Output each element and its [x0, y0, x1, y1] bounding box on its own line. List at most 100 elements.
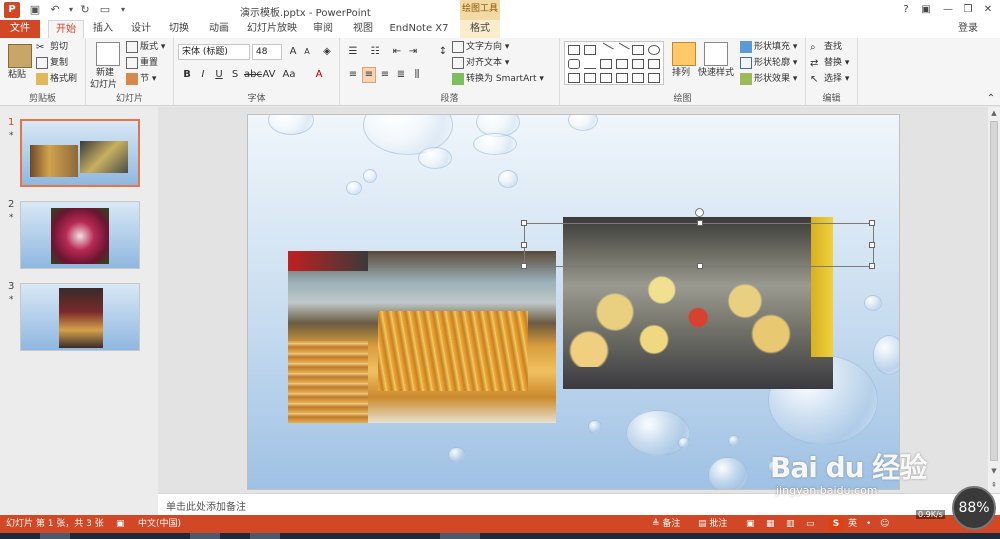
- tab-home[interactable]: 开始: [48, 20, 84, 38]
- shape-oval-icon[interactable]: [648, 45, 660, 55]
- language-status[interactable]: 中文(中国): [138, 517, 181, 531]
- italic-icon[interactable]: I: [196, 68, 210, 82]
- undo-icon[interactable]: ↶: [48, 3, 62, 17]
- find-button[interactable]: ⌕ 查找: [810, 40, 842, 54]
- smartart-button[interactable]: 转换为 SmartArt ▾: [452, 72, 544, 86]
- close-icon[interactable]: ✕: [980, 3, 996, 17]
- resize-handle[interactable]: [869, 263, 875, 269]
- shape-connector-icon[interactable]: [600, 59, 612, 69]
- tab-transitions[interactable]: 切换: [164, 20, 194, 38]
- paste-button[interactable]: 粘贴: [8, 68, 26, 82]
- shape-star-icon[interactable]: [648, 73, 660, 83]
- notes-toggle-button[interactable]: ≜ 备注: [652, 517, 680, 531]
- new-slide-button[interactable]: 幻灯片: [90, 78, 117, 92]
- login-link[interactable]: 登录: [958, 20, 978, 38]
- scroll-down-icon[interactable]: ▼: [989, 467, 999, 477]
- reading-view-icon[interactable]: ▥: [786, 517, 795, 531]
- strikethrough-icon[interactable]: abc: [244, 68, 262, 82]
- cut-button[interactable]: ✂ 剪切: [36, 40, 68, 54]
- scrollbar-thumb[interactable]: [990, 121, 998, 461]
- decrease-font-icon[interactable]: A: [300, 45, 314, 59]
- shape-outline-button[interactable]: 形状轮廓 ▾: [740, 56, 797, 70]
- select-button[interactable]: ↖ 选择 ▾: [810, 72, 849, 86]
- ime-punctuation-icon[interactable]: •: [866, 517, 871, 531]
- shape-curve-icon[interactable]: [600, 73, 612, 83]
- text-shadow-icon[interactable]: S: [228, 68, 242, 82]
- layout-button[interactable]: 版式 ▾: [126, 40, 165, 54]
- tab-design[interactable]: 设计: [126, 20, 156, 38]
- paste-icon[interactable]: [8, 44, 32, 68]
- text-direction-button[interactable]: 文字方向 ▾: [452, 40, 509, 54]
- shape-fill-button[interactable]: 形状填充 ▾: [740, 40, 797, 54]
- line-spacing-icon[interactable]: ↕: [436, 45, 450, 59]
- spelling-check-icon[interactable]: ▣: [116, 517, 125, 531]
- current-slide[interactable]: [247, 114, 900, 490]
- slide-thumbnail-2[interactable]: [20, 201, 140, 269]
- resize-handle[interactable]: [869, 242, 875, 248]
- customize-qat-icon[interactable]: ▾: [116, 3, 130, 17]
- vertical-scrollbar[interactable]: ▲ ▼ ⇞: [988, 107, 1000, 493]
- scroll-up-icon[interactable]: ▲: [989, 109, 999, 119]
- shape-textbox-icon[interactable]: [584, 45, 596, 55]
- rotate-handle-icon[interactable]: [695, 208, 704, 217]
- resize-handle[interactable]: [521, 242, 527, 248]
- resize-handle[interactable]: [697, 220, 703, 226]
- redo-icon[interactable]: ↻: [78, 3, 92, 17]
- undo-dropdown-icon[interactable]: ▾: [64, 3, 78, 17]
- shape-bracket-icon[interactable]: [632, 73, 644, 83]
- selected-title-placeholder[interactable]: [521, 208, 875, 269]
- restore-icon[interactable]: ❐: [960, 3, 976, 17]
- tab-animations[interactable]: 动画: [204, 20, 234, 38]
- new-slide-icon[interactable]: [96, 42, 120, 66]
- taskbar-item[interactable]: [40, 533, 70, 539]
- decrease-indent-icon[interactable]: ⇤: [390, 45, 404, 59]
- quick-styles-icon[interactable]: [704, 42, 728, 66]
- taskbar-item[interactable]: [250, 533, 280, 539]
- collapse-ribbon-icon[interactable]: ⌃: [984, 92, 998, 106]
- shape-right-arrow-icon[interactable]: [632, 59, 644, 69]
- taskbar-item[interactable]: [190, 533, 220, 539]
- shape-rectangle-icon[interactable]: [568, 45, 580, 55]
- increase-indent-icon[interactable]: ⇥: [406, 45, 420, 59]
- tab-insert[interactable]: 插入: [88, 20, 118, 38]
- reset-button[interactable]: 重置: [126, 56, 158, 70]
- shape-brace-icon[interactable]: [616, 73, 628, 83]
- minimize-icon[interactable]: —: [940, 3, 956, 17]
- font-color-icon[interactable]: A: [312, 68, 326, 82]
- ribbon-display-options-icon[interactable]: ▣: [918, 3, 934, 17]
- shape-callout-icon[interactable]: [568, 73, 580, 83]
- slide-sorter-icon[interactable]: ▦: [766, 517, 775, 531]
- shape-arrow-icon[interactable]: [614, 42, 630, 58]
- network-speed-widget[interactable]: 88%: [952, 486, 996, 530]
- shape-triangle-icon[interactable]: [584, 59, 596, 69]
- columns-icon[interactable]: ⫼: [410, 68, 424, 82]
- tab-review[interactable]: 审阅: [308, 20, 338, 38]
- font-size-select[interactable]: 48: [252, 44, 282, 60]
- shape-effects-button[interactable]: 形状效果 ▾: [740, 72, 797, 86]
- shapes-gallery[interactable]: [564, 41, 664, 85]
- align-right-icon[interactable]: ≡: [378, 68, 392, 82]
- resize-handle[interactable]: [521, 263, 527, 269]
- shape-elbow-icon[interactable]: [616, 59, 628, 69]
- tab-endnote[interactable]: EndNote X7: [388, 20, 450, 38]
- resize-handle[interactable]: [521, 220, 527, 226]
- previous-slide-icon[interactable]: ⇞: [989, 481, 999, 491]
- numbering-icon[interactable]: ☷: [368, 45, 382, 59]
- help-button[interactable]: ?: [898, 3, 914, 17]
- start-slideshow-icon[interactable]: ▭: [98, 3, 112, 17]
- notes-placeholder[interactable]: 单击此处添加备注: [166, 498, 246, 513]
- character-spacing-icon[interactable]: AV: [262, 68, 276, 82]
- underline-icon[interactable]: U: [212, 68, 226, 82]
- slideshow-view-icon[interactable]: ▭: [806, 517, 815, 531]
- slide-thumbnail-1[interactable]: [20, 119, 140, 187]
- shape-down-arrow-icon[interactable]: [648, 59, 660, 69]
- shape-square-icon[interactable]: [632, 45, 644, 55]
- arrange-button[interactable]: 排列: [672, 66, 690, 80]
- align-left-icon[interactable]: ≡: [346, 68, 360, 82]
- slide-thumbnail-3[interactable]: [20, 283, 140, 351]
- copy-button[interactable]: 复制: [36, 56, 68, 70]
- clear-formatting-icon[interactable]: ◈: [320, 45, 334, 59]
- tab-file[interactable]: 文件: [0, 20, 40, 38]
- ime-emoji-icon[interactable]: ☺: [880, 517, 889, 531]
- taskbar-item[interactable]: [440, 533, 480, 539]
